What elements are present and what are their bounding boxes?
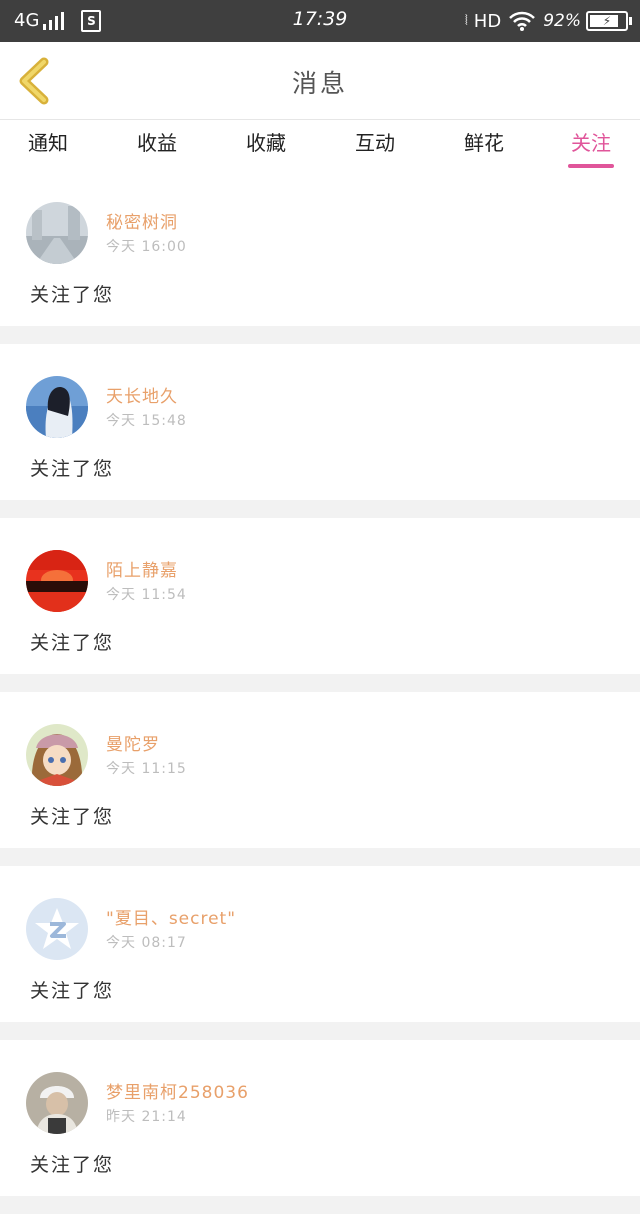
hd-label: HD (473, 10, 502, 32)
battery-icon: ⚡ (586, 11, 632, 31)
user-name[interactable]: 天长地久 (106, 382, 178, 407)
avatar[interactable] (26, 376, 88, 438)
charging-icon: ⚡ (602, 14, 612, 28)
tab-bar: 通知 收益 收藏 互动 鲜花 关注 (0, 120, 640, 170)
message-text: 关注了您 (30, 806, 115, 828)
user-name[interactable]: 梦里南柯258036 (106, 1078, 249, 1103)
message-text: 关注了您 (30, 980, 115, 1002)
tab-notifications[interactable]: 通知 (3, 120, 93, 170)
avatar[interactable] (26, 1072, 88, 1134)
message-text: 关注了您 (30, 632, 115, 654)
list-item[interactable]: 陌上静嘉 今天 11:54 关注了您 (0, 518, 640, 674)
user-name[interactable]: 曼陀罗 (106, 730, 160, 755)
message-text: 关注了您 (30, 284, 115, 306)
active-tab-indicator (568, 164, 614, 168)
tab-following[interactable]: 关注 (546, 120, 636, 170)
message-list: 秘密树洞 今天 16:00 关注了您 天长地久 今天 15:48 关注了您 陌上… (0, 170, 640, 1214)
tab-label: 关注 (571, 131, 611, 155)
tab-label: 鲜花 (464, 131, 504, 155)
avatar[interactable] (26, 724, 88, 786)
user-name[interactable]: 陌上静嘉 (106, 556, 178, 581)
avatar[interactable] (26, 550, 88, 612)
message-text: 关注了您 (30, 1154, 115, 1176)
list-item[interactable]: 秘密树洞 今天 16:00 关注了您 (0, 170, 640, 326)
tab-earnings[interactable]: 收益 (112, 120, 202, 170)
tab-label: 通知 (28, 131, 68, 155)
timestamp: 昨天 21:14 (106, 1109, 187, 1125)
timestamp: 今天 08:17 (106, 935, 187, 951)
timestamp: 今天 11:15 (106, 761, 187, 777)
timestamp: 今天 11:54 (106, 587, 187, 603)
tab-label: 收益 (137, 131, 177, 155)
battery-percent: 92% (543, 11, 581, 31)
list-item[interactable]: "夏目、secret" 今天 08:17 关注了您 (0, 866, 640, 1022)
header: 消息 (0, 42, 640, 120)
list-item[interactable]: 曼陀罗 今天 11:15 关注了您 (0, 692, 640, 848)
tab-flowers[interactable]: 鲜花 (439, 120, 529, 170)
chevron-left-icon (19, 57, 49, 105)
status-bar: 4G S 17:39 ⦚ HD 92% ⚡ (0, 0, 640, 42)
user-name[interactable]: "夏目、secret" (106, 904, 236, 929)
message-text: 关注了您 (30, 458, 115, 480)
back-button[interactable] (14, 56, 58, 106)
timestamp: 今天 15:48 (106, 413, 187, 429)
page-title: 消息 (291, 69, 348, 98)
avatar[interactable] (26, 202, 88, 264)
tab-favorites[interactable]: 收藏 (221, 120, 311, 170)
user-name[interactable]: 秘密树洞 (106, 208, 178, 233)
tab-label: 互动 (355, 131, 395, 155)
tab-label: 收藏 (246, 131, 286, 155)
tab-interactions[interactable]: 互动 (330, 120, 420, 170)
avatar[interactable] (26, 898, 88, 960)
timestamp: 今天 16:00 (106, 239, 187, 255)
list-item[interactable]: 梦里南柯258036 昨天 21:14 关注了您 (0, 1040, 640, 1196)
vibrate-icon: ⦚ (464, 13, 468, 29)
wifi-icon (509, 11, 536, 31)
list-item[interactable]: 天长地久 今天 15:48 关注了您 (0, 344, 640, 500)
